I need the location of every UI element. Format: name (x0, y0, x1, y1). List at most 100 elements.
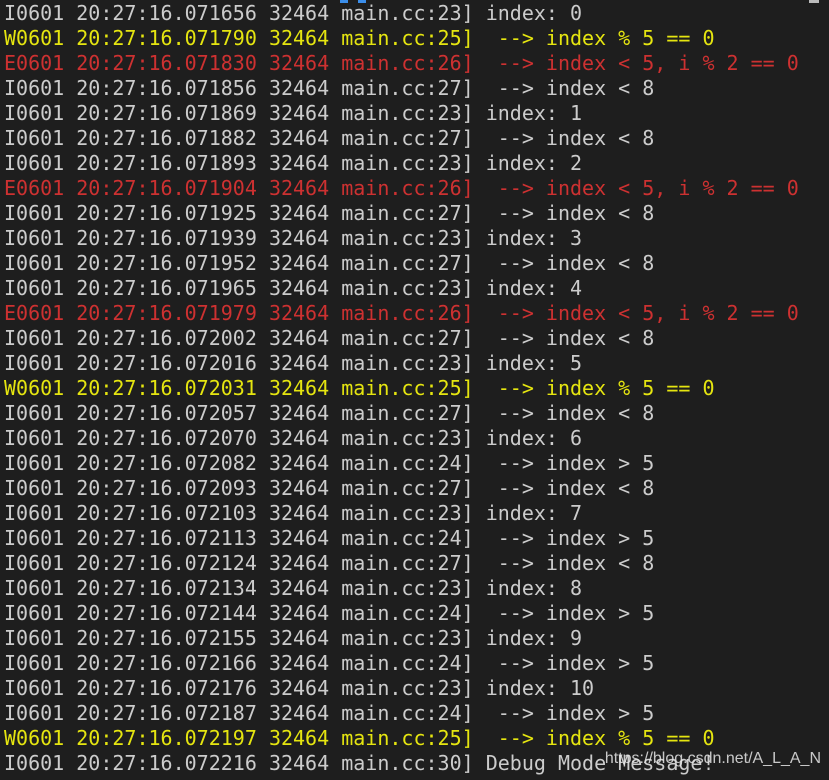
log-line: E0601 20:27:16.071904 32464 main.cc:26] … (4, 176, 799, 201)
log-thread-id: 32464 (268, 276, 330, 300)
log-thread-id: 32464 (268, 1, 330, 25)
log-timestamp: 20:27:16.072144 (76, 601, 257, 625)
scrollbar-thumb[interactable] (809, 0, 819, 3)
log-timestamp: 20:27:16.072176 (76, 676, 257, 700)
log-source-location: main.cc:24] (341, 651, 474, 675)
log-source-location: main.cc:25] (341, 726, 474, 750)
log-thread-id: 32464 (268, 476, 330, 500)
log-level-prefix: I0601 (4, 626, 65, 650)
log-source-location: main.cc:24] (341, 601, 474, 625)
log-timestamp: 20:27:16.072002 (76, 326, 257, 350)
log-source-location: main.cc:23] (341, 1, 474, 25)
log-level-prefix: E0601 (4, 51, 65, 75)
log-thread-id: 32464 (268, 651, 330, 675)
log-line: I0601 20:27:16.072016 32464 main.cc:23] … (4, 351, 799, 376)
log-level-prefix: I0601 (4, 601, 65, 625)
log-message: --> index > 5 (485, 601, 655, 625)
log-line: I0601 20:27:16.072002 32464 main.cc:27] … (4, 326, 799, 351)
log-timestamp: 20:27:16.071904 (76, 176, 257, 200)
log-timestamp: 20:27:16.071656 (76, 1, 257, 25)
log-source-location: main.cc:27] (341, 476, 474, 500)
log-level-prefix: I0601 (4, 1, 65, 25)
log-message: index: 4 (485, 276, 583, 300)
log-thread-id: 32464 (268, 326, 330, 350)
log-message: --> index < 8 (485, 326, 655, 350)
log-thread-id: 32464 (268, 26, 330, 50)
log-level-prefix: I0601 (4, 201, 65, 225)
log-timestamp: 20:27:16.072057 (76, 401, 257, 425)
log-timestamp: 20:27:16.072113 (76, 526, 257, 550)
log-source-location: main.cc:23] (341, 351, 474, 375)
log-line: I0601 20:27:16.071882 32464 main.cc:27] … (4, 126, 799, 151)
log-line: W0601 20:27:16.072197 32464 main.cc:25] … (4, 726, 799, 751)
log-line: W0601 20:27:16.072031 32464 main.cc:25] … (4, 376, 799, 401)
log-thread-id: 32464 (268, 76, 330, 100)
log-line: I0601 20:27:16.072082 32464 main.cc:24] … (4, 451, 799, 476)
log-thread-id: 32464 (268, 201, 330, 225)
log-line: I0601 20:27:16.071925 32464 main.cc:27] … (4, 201, 799, 226)
log-level-prefix: W0601 (4, 726, 65, 750)
log-line: I0601 20:27:16.072057 32464 main.cc:27] … (4, 401, 799, 426)
log-message: index: 10 (485, 676, 595, 700)
terminal-output[interactable]: I0601 20:27:16.071656 32464 main.cc:23] … (0, 0, 829, 780)
log-level-prefix: I0601 (4, 151, 65, 175)
log-level-prefix: I0601 (4, 576, 65, 600)
log-line: I0601 20:27:16.072144 32464 main.cc:24] … (4, 601, 799, 626)
log-timestamp: 20:27:16.072216 (76, 751, 257, 775)
log-line: I0601 20:27:16.072093 32464 main.cc:27] … (4, 476, 799, 501)
log-timestamp: 20:27:16.072124 (76, 551, 257, 575)
log-thread-id: 32464 (268, 351, 330, 375)
log-line: I0601 20:27:16.071939 32464 main.cc:23] … (4, 226, 799, 251)
log-source-location: main.cc:24] (341, 451, 474, 475)
log-timestamp: 20:27:16.071856 (76, 76, 257, 100)
log-source-location: main.cc:26] (341, 176, 474, 200)
log-level-prefix: I0601 (4, 276, 65, 300)
log-line: I0601 20:27:16.072103 32464 main.cc:23] … (4, 501, 799, 526)
log-message: --> index % 5 == 0 (485, 376, 715, 400)
log-level-prefix: I0601 (4, 701, 65, 725)
log-source-location: main.cc:27] (341, 551, 474, 575)
log-level-prefix: I0601 (4, 126, 65, 150)
log-source-location: main.cc:23] (341, 626, 474, 650)
log-line: I0601 20:27:16.072113 32464 main.cc:24] … (4, 526, 799, 551)
log-message: --> index % 5 == 0 (485, 726, 715, 750)
log-thread-id: 32464 (268, 176, 330, 200)
log-source-location: main.cc:27] (341, 76, 474, 100)
log-message: --> index > 5 (485, 526, 655, 550)
log-timestamp: 20:27:16.072093 (76, 476, 257, 500)
log-thread-id: 32464 (268, 501, 330, 525)
log-message: index: 9 (485, 626, 583, 650)
log-thread-id: 32464 (268, 751, 330, 775)
log-timestamp: 20:27:16.071925 (76, 201, 257, 225)
log-message: index: 7 (485, 501, 583, 525)
log-timestamp: 20:27:16.072082 (76, 451, 257, 475)
log-timestamp: 20:27:16.072155 (76, 626, 257, 650)
log-source-location: main.cc:26] (341, 301, 474, 325)
log-thread-id: 32464 (268, 51, 330, 75)
log-message: --> index < 8 (485, 126, 655, 150)
log-line: I0601 20:27:16.071856 32464 main.cc:27] … (4, 76, 799, 101)
log-thread-id: 32464 (268, 726, 330, 750)
log-level-prefix: I0601 (4, 476, 65, 500)
log-line: I0601 20:27:16.071952 32464 main.cc:27] … (4, 251, 799, 276)
log-level-prefix: I0601 (4, 426, 65, 450)
log-source-location: main.cc:26] (341, 51, 474, 75)
log-thread-id: 32464 (268, 151, 330, 175)
log-source-location: main.cc:24] (341, 526, 474, 550)
log-line: I0601 20:27:16.072155 32464 main.cc:23] … (4, 626, 799, 651)
log-source-location: main.cc:23] (341, 426, 474, 450)
log-level-prefix: I0601 (4, 501, 65, 525)
log-level-prefix: I0601 (4, 226, 65, 250)
log-message: --> index > 5 (485, 701, 655, 725)
log-timestamp: 20:27:16.071965 (76, 276, 257, 300)
log-timestamp: 20:27:16.071869 (76, 101, 257, 125)
log-level-prefix: I0601 (4, 401, 65, 425)
log-thread-id: 32464 (268, 676, 330, 700)
log-line: I0601 20:27:16.072124 32464 main.cc:27] … (4, 551, 799, 576)
log-source-location: main.cc:23] (341, 101, 474, 125)
log-message: --> index > 5 (485, 451, 655, 475)
log-timestamp: 20:27:16.071830 (76, 51, 257, 75)
log-source-location: main.cc:27] (341, 251, 474, 275)
log-timestamp: 20:27:16.071952 (76, 251, 257, 275)
log-message: --> index < 8 (485, 551, 655, 575)
